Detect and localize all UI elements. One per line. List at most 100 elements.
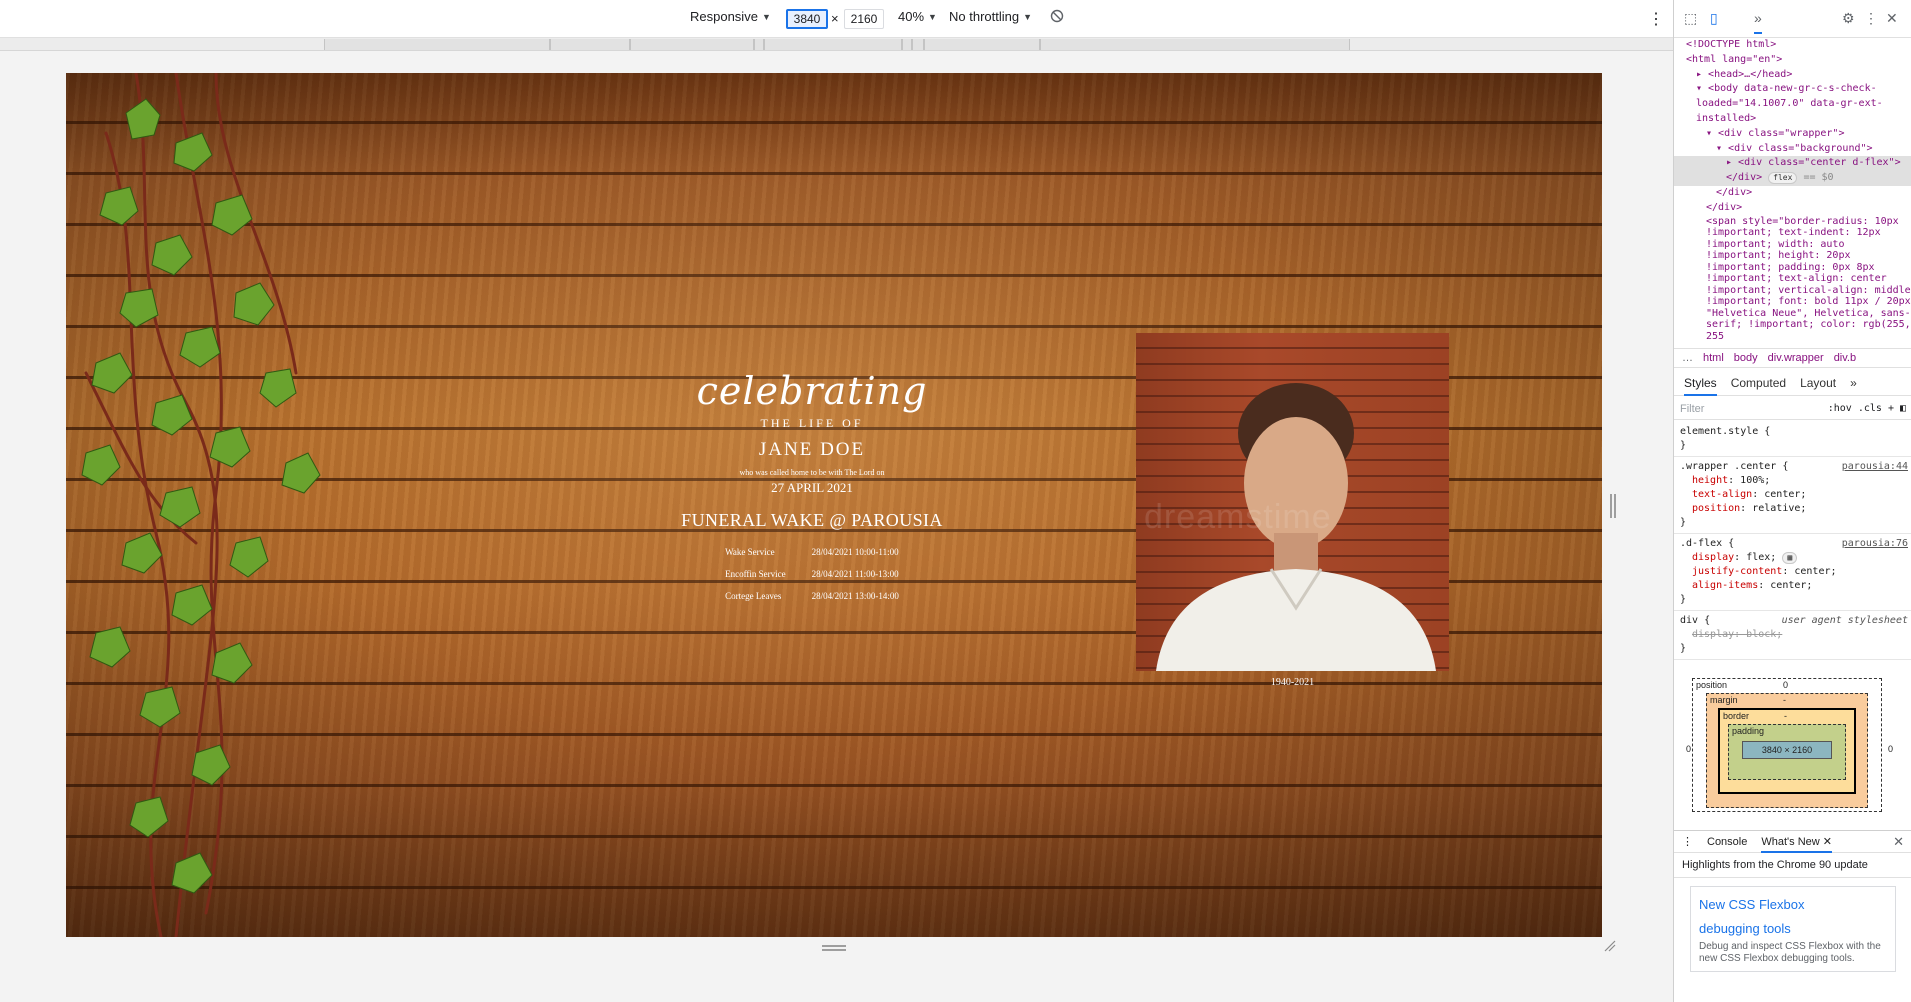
feature-title-line: New CSS Flexbox	[1699, 897, 1805, 912]
media-query-bar[interactable]	[754, 39, 764, 50]
close-icon[interactable]: ✕	[1823, 836, 1832, 848]
dom-close-background[interactable]: </div>	[1674, 186, 1911, 201]
caret-down-icon: ▼	[761, 11, 771, 22]
more-vertical-icon[interactable]: ⋮	[1682, 835, 1693, 848]
rule-source-link[interactable]: parousia:76	[1842, 537, 1908, 551]
rule-close: }	[1680, 643, 1687, 654]
resize-corner-icon[interactable]	[1604, 940, 1616, 952]
breadcrumb-item[interactable]: html	[1703, 352, 1724, 364]
rule-property[interactable]: height: 100%;	[1680, 474, 1906, 488]
tab-console[interactable]: Console	[1707, 836, 1747, 848]
schedule-row: Wake Service 28/04/2021 10:00-11:00	[725, 547, 899, 569]
dom-doctype[interactable]: <!DOCTYPE html>	[1674, 38, 1911, 53]
flex-editor-icon[interactable]: ▦	[1782, 552, 1798, 564]
height-input[interactable]: 2160	[844, 9, 884, 29]
close-icon[interactable]: ✕	[1893, 834, 1904, 850]
breadcrumb-item[interactable]: div.wrapper	[1768, 352, 1824, 364]
gear-icon[interactable]: ⚙	[1842, 10, 1855, 27]
rule-close: }	[1680, 594, 1687, 605]
rule-property[interactable]: align-items: center;	[1680, 579, 1906, 593]
tab-styles[interactable]: Styles	[1684, 376, 1717, 396]
whats-new-heading: Highlights from the Chrome 90 update	[1674, 853, 1911, 878]
device-viewport-area: Responsive ▼ 3840 × 2160 40% ▼ No thrott…	[0, 0, 1673, 1002]
media-query-bar[interactable]	[912, 39, 924, 50]
media-query-ruler[interactable]	[0, 38, 1673, 51]
tab-whats-new[interactable]: What's New ✕	[1761, 835, 1832, 853]
device-select[interactable]: Responsive ▼	[690, 9, 771, 24]
dom-body[interactable]: ▾ <body data-new-gr-c-s-check-loaded="14…	[1674, 82, 1911, 126]
dom-close-wrapper[interactable]: </div>	[1674, 201, 1911, 216]
dom-html[interactable]: <html lang="en">	[1674, 53, 1911, 68]
media-query-bar[interactable]	[630, 39, 754, 50]
rule-property[interactable]: justify-content: center;	[1680, 565, 1906, 579]
tab-computed[interactable]: Computed	[1731, 376, 1786, 390]
styles-filter-input[interactable]: Filter	[1680, 403, 1822, 415]
dom-center-close[interactable]: </div> flex == $0	[1674, 171, 1911, 186]
tab-layout[interactable]: Layout	[1800, 376, 1836, 390]
rule-wrapper-center[interactable]: .wrapper .center { parousia:44 height: 1…	[1674, 457, 1911, 534]
property-name: justify-content	[1692, 566, 1783, 577]
dom-tree: <!DOCTYPE html> <html lang="en"> ▸ <head…	[1674, 38, 1911, 348]
throttling-select[interactable]: No throttling ▼	[949, 9, 1032, 24]
photo-watermark: dreamstime	[1144, 498, 1332, 536]
throttling-select-label: No throttling	[949, 9, 1020, 24]
flex-badge[interactable]: flex	[1768, 172, 1798, 185]
more-vertical-icon[interactable]: ⋮	[1864, 10, 1878, 27]
media-query-bar[interactable]	[902, 39, 912, 50]
more-tabs-icon[interactable]: »	[1850, 376, 1857, 390]
property-value: center;	[1770, 580, 1813, 591]
breadcrumb-item[interactable]: body	[1734, 352, 1758, 364]
zoom-select[interactable]: 40% ▼	[898, 9, 937, 24]
breadcrumb-overflow[interactable]: …	[1682, 352, 1693, 364]
breadcrumb-item[interactable]: div.b	[1834, 352, 1856, 364]
dom-span[interactable]: <span style="border-radius: 10px !import…	[1674, 216, 1911, 343]
box-right-value: 0	[1888, 744, 1894, 754]
media-query-bar[interactable]	[924, 39, 1040, 50]
dom-close-text: </div>	[1726, 172, 1763, 184]
property-value: relative;	[1752, 503, 1807, 514]
dom-center-selected[interactable]: ▸ <div class="center d-flex">	[1674, 156, 1911, 172]
rule-d-flex[interactable]: .d-flex { parousia:76 display: flex; ▦ j…	[1674, 534, 1911, 611]
media-query-bar[interactable]	[324, 39, 550, 50]
media-query-bar[interactable]	[550, 39, 630, 50]
feature-title[interactable]: New CSS Flexbox debugging tools	[1699, 893, 1887, 941]
box-model-diagram: position 0 margin - border - padding 384…	[1682, 678, 1904, 818]
rule-element-style[interactable]: element.style { }	[1674, 422, 1911, 457]
dom-background[interactable]: ▾ <div class="background">	[1674, 142, 1911, 157]
resize-handle-bottom[interactable]	[822, 945, 846, 951]
rule-property[interactable]: text-align: center;	[1680, 488, 1906, 502]
hov-toggle[interactable]: :hov	[1828, 403, 1852, 414]
media-query-bar[interactable]	[1040, 39, 1350, 50]
ivy-vine-image	[81, 73, 321, 937]
dom-wrapper[interactable]: ▾ <div class="wrapper">	[1674, 127, 1911, 142]
feature-card[interactable]: New CSS Flexbox debugging tools Debug an…	[1690, 886, 1896, 972]
sidebar-toggle-icon[interactable]: ◧	[1900, 403, 1906, 414]
more-tabs-icon[interactable]: »	[1754, 10, 1762, 34]
property-name: height	[1692, 475, 1729, 486]
box-content[interactable]: 3840 × 2160	[1742, 741, 1832, 759]
life-of-subheading: THE LIFE OF	[760, 416, 864, 430]
device-toggle-icon[interactable]: ▯	[1710, 10, 1718, 27]
device-toolbar: Responsive ▼ 3840 × 2160 40% ▼ No thrott…	[0, 0, 1673, 38]
add-rule-icon[interactable]: +	[1888, 403, 1894, 414]
devtools-drawer: ⋮ Console What's New ✕ ✕ Highlights from…	[1674, 830, 1911, 1002]
schedule-label: Encoffin Service	[725, 569, 786, 579]
box-position-value: 0	[1783, 680, 1789, 690]
inspect-element-icon[interactable]: ⬚	[1684, 10, 1697, 27]
width-input[interactable]: 3840	[786, 9, 828, 29]
box-border-value: -	[1784, 711, 1787, 721]
device-select-label: Responsive	[690, 9, 758, 24]
media-query-bar[interactable]	[764, 39, 902, 50]
resize-handle-right[interactable]	[1610, 494, 1616, 518]
rule-source-link[interactable]: parousia:44	[1842, 460, 1908, 474]
rule-div-user-agent[interactable]: div { user agent stylesheet display: blo…	[1674, 611, 1911, 660]
rotate-icon[interactable]	[1050, 9, 1064, 23]
box-margin-value: -	[1783, 695, 1786, 705]
dom-head[interactable]: ▸ <head>…</head>	[1674, 68, 1911, 83]
zoom-select-label: 40%	[898, 9, 925, 24]
close-icon[interactable]: ✕	[1886, 10, 1898, 27]
rule-property[interactable]: position: relative;	[1680, 502, 1906, 516]
rule-property[interactable]: display: flex; ▦	[1680, 551, 1906, 565]
cls-toggle[interactable]: .cls	[1858, 403, 1882, 414]
more-vertical-icon[interactable]: ⋮	[1648, 9, 1664, 29]
